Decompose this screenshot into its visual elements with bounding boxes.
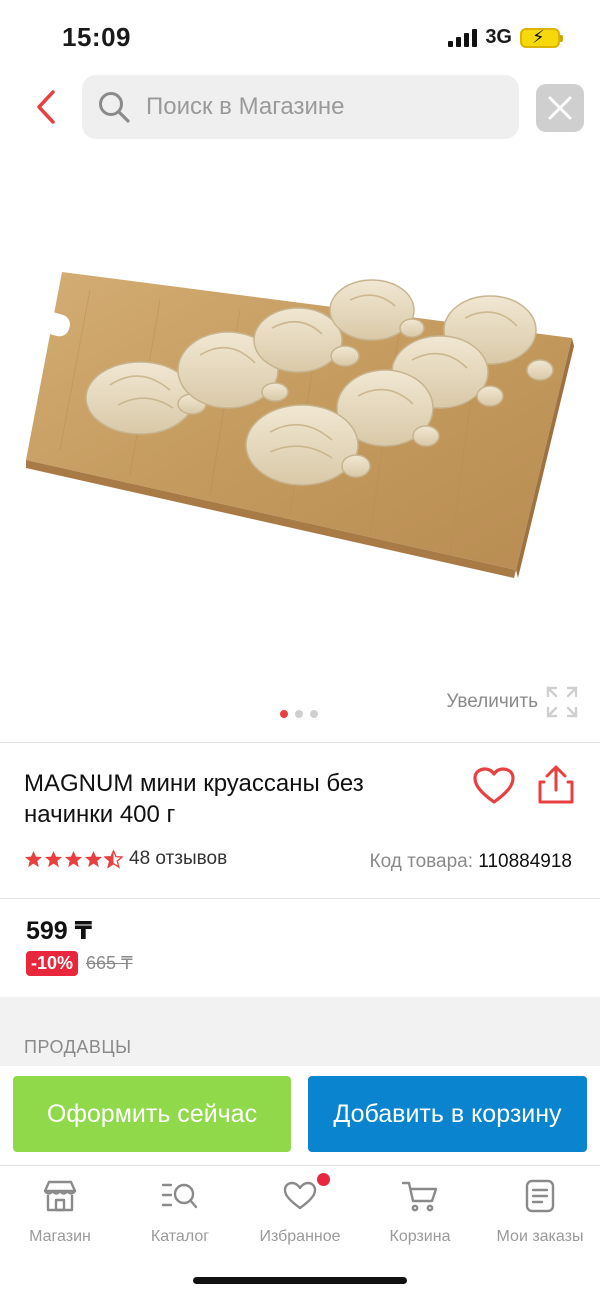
product-image[interactable] bbox=[0, 160, 600, 680]
close-icon bbox=[548, 96, 572, 120]
network-type: 3G bbox=[485, 26, 512, 48]
action-bar: Оформить сейчас Добавить в корзину bbox=[0, 1066, 600, 1166]
expand-icon bbox=[546, 686, 578, 718]
signal-icon bbox=[448, 28, 478, 47]
favorite-button[interactable] bbox=[472, 766, 516, 806]
rating-stars bbox=[24, 849, 123, 869]
heart-icon bbox=[280, 1173, 330, 1216]
checkout-now-button[interactable]: Оформить сейчас bbox=[13, 1076, 291, 1152]
nav-item-store[interactable]: Магазин bbox=[0, 1176, 120, 1246]
discount-row: -10% 665 ₸ bbox=[26, 951, 133, 976]
catalog-icon bbox=[160, 1176, 200, 1216]
product-code-value: 110884918 bbox=[478, 851, 572, 872]
orders-icon bbox=[520, 1176, 560, 1216]
reviews-link[interactable]: 48 отзывов bbox=[129, 848, 227, 870]
pagination-dot bbox=[295, 710, 303, 718]
nav-label: Избранное bbox=[259, 1228, 341, 1245]
heart-icon bbox=[473, 767, 515, 804]
old-price: 665 ₸ bbox=[86, 953, 133, 973]
sellers-heading: ПРОДАВЦЫ bbox=[24, 1037, 132, 1057]
zoom-label: Увеличить bbox=[446, 691, 538, 712]
current-price: 599 ₸ bbox=[26, 917, 93, 945]
status-time: 15:09 bbox=[62, 22, 131, 52]
star-half-icon bbox=[104, 849, 123, 869]
star-icon bbox=[64, 850, 83, 867]
status-indicators: 3G ⚡ bbox=[448, 26, 563, 49]
star-icon bbox=[24, 850, 43, 867]
nav-label: Каталог bbox=[150, 1228, 210, 1245]
search-input[interactable] bbox=[146, 93, 506, 121]
pagination-dot bbox=[280, 710, 288, 718]
nav-item-orders[interactable]: Мои заказы bbox=[480, 1176, 600, 1246]
chevron-left-icon bbox=[37, 90, 55, 124]
star-icon bbox=[84, 850, 103, 867]
close-search-button[interactable] bbox=[536, 84, 584, 132]
status-bar: 15:09 3G ⚡ bbox=[0, 0, 600, 78]
nav-item-favorites[interactable]: Избранное bbox=[240, 1173, 360, 1246]
divider bbox=[0, 742, 600, 743]
battery-icon: ⚡ bbox=[520, 27, 563, 48]
search-header bbox=[0, 75, 600, 141]
zoom-button[interactable]: Увеличить bbox=[446, 686, 578, 718]
share-icon bbox=[538, 765, 574, 804]
share-button[interactable] bbox=[536, 764, 576, 806]
gallery-pagination bbox=[280, 710, 318, 718]
store-icon bbox=[40, 1176, 80, 1216]
search-icon bbox=[96, 89, 132, 125]
add-to-cart-button[interactable]: Добавить в корзину bbox=[308, 1076, 587, 1152]
discount-badge: -10% bbox=[26, 951, 79, 976]
back-button[interactable] bbox=[26, 85, 66, 129]
product-code-label: Код товара: bbox=[369, 851, 474, 872]
star-icon bbox=[44, 850, 63, 867]
notification-badge bbox=[317, 1173, 330, 1186]
divider bbox=[0, 898, 600, 899]
cart-icon bbox=[400, 1176, 440, 1216]
pagination-dot bbox=[310, 710, 318, 718]
nav-label: Мои заказы bbox=[496, 1228, 584, 1245]
nav-label: Корзина bbox=[389, 1228, 451, 1245]
nav-item-catalog[interactable]: Каталог bbox=[120, 1176, 240, 1246]
rating-row: 48 отзывов bbox=[24, 848, 227, 870]
search-box[interactable] bbox=[82, 75, 519, 139]
nav-label: Магазин bbox=[29, 1228, 91, 1245]
home-indicator bbox=[193, 1277, 407, 1284]
nav-item-cart[interactable]: Корзина bbox=[360, 1176, 480, 1246]
product-title: MAGNUM мини круассаны без начинки 400 г bbox=[24, 770, 364, 828]
product-code: Код товара: 110884918 bbox=[370, 851, 572, 873]
